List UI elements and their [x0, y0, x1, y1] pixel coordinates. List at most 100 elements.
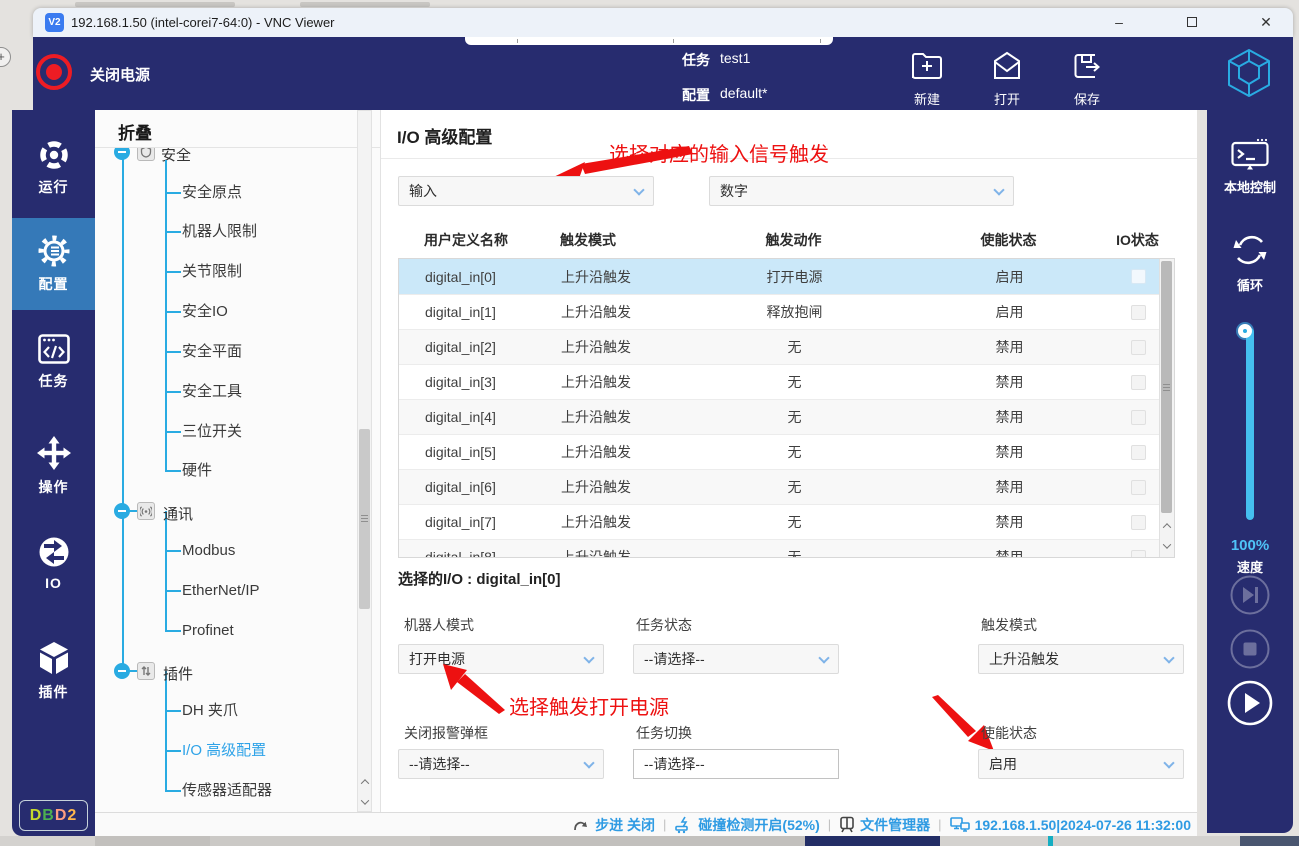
- loop-icon[interactable]: [1207, 232, 1293, 268]
- scroll-up-button[interactable]: [1160, 519, 1173, 533]
- gear-icon: [38, 235, 70, 267]
- table-row[interactable]: digital_in[7]上升沿触发 无禁用: [399, 504, 1160, 539]
- tree-item-joint-limit[interactable]: 关节限制: [182, 262, 242, 282]
- tree-item-safe-plane[interactable]: 安全平面: [182, 342, 242, 362]
- tree-item-safe-tool[interactable]: 安全工具: [182, 382, 242, 402]
- io-type-select[interactable]: 数字: [709, 176, 1014, 206]
- vnc-toolbar-strip[interactable]: [465, 37, 833, 45]
- chevron-down-icon: [993, 184, 1004, 195]
- io-state-checkbox[interactable]: [1131, 445, 1146, 460]
- chevron-up-icon: [1162, 523, 1170, 531]
- table-scrollbar[interactable]: [1159, 259, 1174, 557]
- table-row[interactable]: digital_in[6]上升沿触发 无禁用: [399, 469, 1160, 504]
- table-row[interactable]: digital_in[2]上升沿触发 无禁用: [399, 329, 1160, 364]
- table-row[interactable]: digital_in[5]上升沿触发 无禁用: [399, 434, 1160, 469]
- table-row[interactable]: digital_in[1]上升沿触发 释放抱闸启用: [399, 294, 1160, 329]
- task-state-label: 任务状态: [636, 615, 692, 635]
- io-state-checkbox[interactable]: [1131, 375, 1146, 390]
- table-row[interactable]: digital_in[4]上升沿触发 无禁用: [399, 399, 1160, 434]
- tree-item-hardware[interactable]: 硬件: [182, 461, 212, 481]
- background-fragment: [1048, 836, 1053, 846]
- io-advanced-config-panel: I/O 高级配置 选择对应的输入信号触发 输入 数字 用户定义名称 触发模式 触…: [380, 110, 1197, 812]
- annotation-arrow-icon: [439, 662, 509, 716]
- speed-slider-thumb[interactable]: [1238, 324, 1252, 338]
- step-status[interactable]: 步进 关闭: [573, 815, 655, 835]
- background-fragment: [430, 836, 805, 846]
- tree-item-dh-gripper[interactable]: DH 夹爪: [182, 701, 238, 721]
- alarm-popup-select[interactable]: --请选择--: [398, 749, 604, 779]
- robot-mode-label: 机器人模式: [404, 615, 474, 635]
- io-swap-icon: [38, 536, 70, 568]
- file-manager-button[interactable]: 文件管理器: [839, 815, 930, 835]
- maximize-button[interactable]: [1181, 12, 1203, 33]
- collision-detection-status[interactable]: 碰撞检测开启(52%): [674, 815, 819, 835]
- play-button[interactable]: [1207, 680, 1293, 726]
- file-manager-icon: [839, 816, 855, 833]
- save-button[interactable]: 保存: [1057, 51, 1117, 103]
- background-fragment: [95, 836, 210, 846]
- new-button[interactable]: 新建: [897, 51, 957, 103]
- nav-item-config[interactable]: 配置: [12, 218, 95, 310]
- stop-button[interactable]: [1207, 629, 1293, 669]
- io-state-checkbox[interactable]: [1131, 305, 1146, 320]
- background-window-fragment: [300, 2, 430, 7]
- screen: + V2 192.168.1.50 (intel-corei7-64:0) - …: [0, 0, 1299, 846]
- tree-item-robot-limit[interactable]: 机器人限制: [182, 222, 257, 242]
- code-window-icon: [38, 334, 70, 364]
- tree-item-sensor-adapter[interactable]: 传感器适配器: [182, 781, 272, 801]
- task-switch-field[interactable]: --请选择--: [633, 749, 839, 779]
- nav-item-task[interactable]: 任务: [12, 316, 95, 408]
- power-state-label[interactable]: 关闭电源: [90, 64, 150, 85]
- trigger-mode-select[interactable]: 上升沿触发: [978, 644, 1184, 674]
- io-state-checkbox[interactable]: [1131, 550, 1146, 559]
- tree-expander-icon[interactable]: [114, 663, 130, 679]
- table-row[interactable]: digital_in[8]上升沿触发 无禁用: [399, 539, 1160, 558]
- task-state-select[interactable]: --请选择--: [633, 644, 839, 674]
- io-state-checkbox[interactable]: [1131, 480, 1146, 495]
- local-control-terminal-icon[interactable]: [1207, 138, 1293, 171]
- background-window-fragment: [75, 2, 235, 7]
- io-direction-select[interactable]: 输入: [398, 176, 654, 206]
- connection-address-time: 192.168.1.50|2024-07-26 11:32:00: [950, 817, 1191, 833]
- nav-item-plugin[interactable]: 插件: [12, 626, 95, 718]
- speed-slider-track[interactable]: [1246, 328, 1254, 520]
- scroll-up-button[interactable]: [358, 775, 371, 789]
- skip-next-button[interactable]: [1207, 575, 1293, 615]
- minimize-button[interactable]: –: [1108, 12, 1130, 33]
- nav-item-run[interactable]: 运行: [12, 122, 95, 214]
- io-state-checkbox[interactable]: [1131, 269, 1146, 284]
- tree-item-safe-io[interactable]: 安全IO: [182, 302, 228, 322]
- collapse-button[interactable]: 折叠: [118, 119, 152, 144]
- table-row[interactable]: digital_in[3]上升沿触发 无禁用: [399, 364, 1160, 399]
- scroll-down-button[interactable]: [1160, 539, 1173, 553]
- tree-group-communication[interactable]: 通讯: [163, 503, 193, 524]
- tree-item-profinet[interactable]: Profinet: [182, 621, 234, 641]
- tree-scrollbar[interactable]: [357, 110, 372, 812]
- table-row[interactable]: digital_in[0]上升沿触发 打开电源启用: [399, 259, 1160, 294]
- tree-group-plugin[interactable]: 插件: [163, 663, 193, 684]
- scrollbar-thumb[interactable]: [1161, 261, 1172, 513]
- io-state-checkbox[interactable]: [1131, 410, 1146, 425]
- open-button[interactable]: 打开: [977, 51, 1037, 103]
- power-record-icon[interactable]: [36, 54, 72, 90]
- close-button[interactable]: ✕: [1255, 12, 1277, 33]
- chevron-down-icon: [360, 796, 368, 804]
- tree-item-ethernet-ip[interactable]: EtherNet/IP: [182, 581, 260, 601]
- scroll-down-button[interactable]: [358, 795, 371, 809]
- nav-item-operate[interactable]: 操作: [12, 420, 95, 512]
- comm-antenna-icon: [137, 502, 155, 520]
- tree-item-io-advanced-config[interactable]: I/O 高级配置: [182, 741, 266, 761]
- window-title: 192.168.1.50 (intel-corei7-64:0) - VNC V…: [71, 15, 335, 30]
- tree-item-safe-origin[interactable]: 安全原点: [182, 183, 242, 203]
- tree-item-three-position-switch[interactable]: 三位开关: [182, 422, 242, 442]
- nav-item-io[interactable]: IO: [12, 517, 95, 609]
- tree-line: [165, 671, 167, 791]
- io-state-checkbox[interactable]: [1131, 515, 1146, 530]
- tree-expander-icon[interactable]: [114, 503, 130, 519]
- local-control-label[interactable]: 本地控制: [1207, 177, 1293, 196]
- enable-state-select[interactable]: 启用: [978, 749, 1184, 779]
- loop-label[interactable]: 循环: [1207, 275, 1293, 294]
- scrollbar-thumb[interactable]: [359, 429, 370, 609]
- tree-item-modbus[interactable]: Modbus: [182, 541, 235, 561]
- io-state-checkbox[interactable]: [1131, 340, 1146, 355]
